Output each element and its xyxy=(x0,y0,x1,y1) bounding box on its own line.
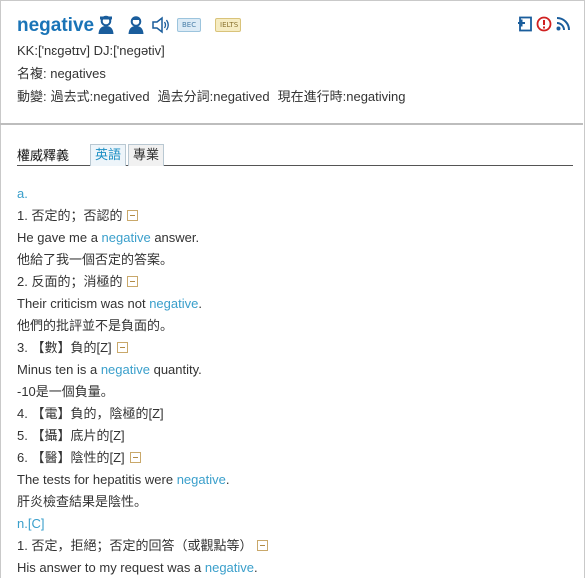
example-text: . xyxy=(254,560,258,575)
translation-row: 4. 【電】負的，陰極的[Z] xyxy=(17,406,164,421)
example-text: Their criticism was not xyxy=(17,296,150,311)
example-text: The tests for hepatitis were xyxy=(17,472,177,487)
expand-icon[interactable] xyxy=(116,342,128,353)
highlighted-word[interactable]: negative xyxy=(101,362,150,377)
highlighted-word[interactable]: negative xyxy=(177,472,226,487)
speaker-icon[interactable] xyxy=(151,16,171,34)
translation-row: 他給了我一個否定的答案。 xyxy=(17,252,174,267)
tab-professional[interactable]: 專業 xyxy=(128,144,165,166)
translation-row: 他們的批評並不是負面的。 xyxy=(17,318,174,333)
highlighted-word[interactable]: negative xyxy=(102,230,151,245)
header-divider xyxy=(0,123,583,125)
example-text: Minus ten is a xyxy=(17,362,101,377)
ielts-badge[interactable]: IELTS xyxy=(215,18,241,32)
definition-row: 1. 否定的；否認的 xyxy=(17,205,573,227)
example-text: . xyxy=(198,296,202,311)
example-sentence: The tests for hepatitis were negative. xyxy=(17,469,573,491)
example-text: His answer to my request was a xyxy=(17,560,205,575)
rss-icon[interactable] xyxy=(555,16,571,32)
translation-row: 5. 【攝】底片的[Z] xyxy=(17,428,125,443)
highlighted-word[interactable]: negative xyxy=(149,296,198,311)
tabs-title: 權威釋義 xyxy=(17,148,70,163)
example-sentence: Their criticism was not negative. xyxy=(17,293,573,315)
definition-text: 1. 否定，拒絕；否定的回答（或觀點等） xyxy=(17,538,253,553)
example-sentence: Minus ten is a negative quantity. xyxy=(17,359,573,381)
add-wordbook-icon[interactable] xyxy=(517,16,533,32)
example-text: . xyxy=(225,472,230,487)
expand-icon[interactable] xyxy=(127,210,139,221)
definition-row: 6. 【醫】陰性的[Z] xyxy=(17,447,573,469)
bec-badge[interactable]: BEC xyxy=(177,18,201,32)
definition-text: 2. 反面的；消極的 xyxy=(17,274,123,289)
part-of-speech: a. xyxy=(17,186,28,201)
expand-icon[interactable] xyxy=(129,452,141,463)
highlighted-word[interactable]: negative xyxy=(205,560,254,575)
verb-forms-label: 動變: xyxy=(17,89,47,104)
report-icon[interactable] xyxy=(536,16,552,32)
expand-icon[interactable] xyxy=(127,276,139,287)
example-text: He gave me a xyxy=(17,230,102,245)
pronunciation-icons: BEC IELTS xyxy=(97,15,247,35)
translation-row: 肝炎檢查結果是陰性。 xyxy=(17,494,148,509)
entry-header: negative BEC IELTS KK:['nɛgətɪv] DJ:['ne… xyxy=(0,0,583,124)
plural-form: 名複: negatives xyxy=(17,66,106,81)
entry-actions xyxy=(514,16,571,32)
definition-row: 2. 反面的；消極的 xyxy=(17,271,573,293)
translation-row: -10是一個負量。 xyxy=(17,384,114,399)
definition-text: 3. 【數】負的[Z] xyxy=(17,340,112,355)
person-icon[interactable] xyxy=(97,15,115,35)
definition-text: 6. 【醫】陰性的[Z] xyxy=(17,450,125,465)
headword: negative xyxy=(17,15,95,36)
expand-icon[interactable] xyxy=(257,540,269,551)
definition-list: a. 1. 否定的；否認的 He gave me a negative answer… xyxy=(17,183,573,578)
example-text: quantity. xyxy=(149,362,202,377)
tab-english[interactable]: 英語 xyxy=(90,144,127,166)
example-sentence: He gave me a negative answer. xyxy=(17,227,573,249)
example-text: answer. xyxy=(150,230,200,245)
person-icon[interactable] xyxy=(127,15,145,35)
definition-row: 3. 【數】負的[Z] xyxy=(17,337,573,359)
pronunciation: KK:['nɛgətɪv] DJ:['negətiv] xyxy=(17,43,165,58)
definition-tabs: 權威釋義 英語 專業 xyxy=(17,142,573,166)
part-of-speech: n.[C] xyxy=(17,516,45,531)
verb-present-participle: 現在進行時:negativing xyxy=(277,89,406,104)
example-sentence: His answer to my request was a negative. xyxy=(17,557,573,578)
verb-past-participle: 過去分詞:negatived xyxy=(157,89,270,104)
definition-row: 1. 否定，拒絕；否定的回答（或觀點等） xyxy=(17,535,573,557)
definition-text: 1. 否定的；否認的 xyxy=(17,208,123,223)
verb-past: 過去式:negatived xyxy=(50,89,150,104)
verb-forms: 動變: 過去式:negatived 過去分詞:negatived 現在進行時:nega… xyxy=(17,88,414,106)
